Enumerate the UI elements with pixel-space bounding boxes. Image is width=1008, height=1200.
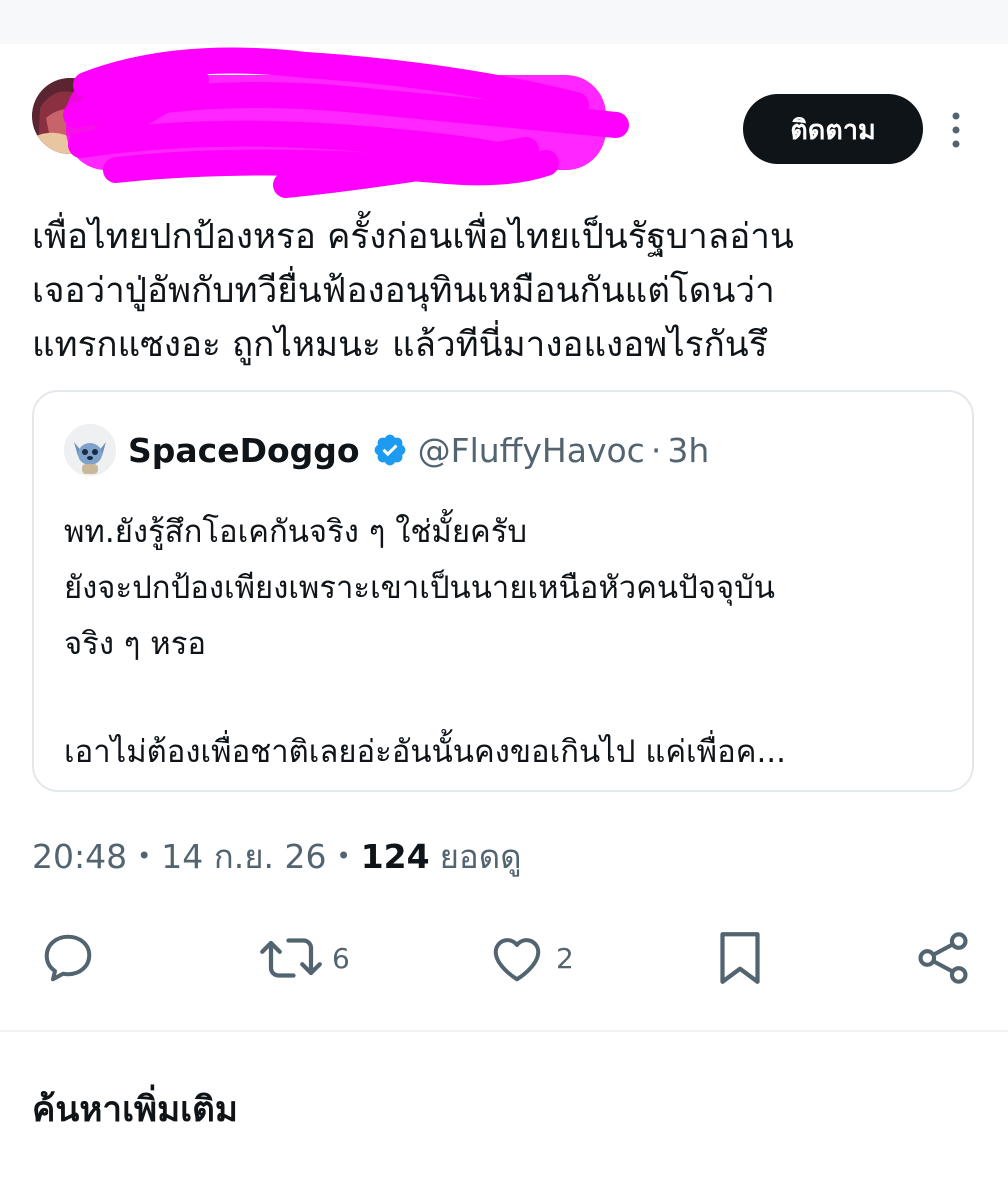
retweet-button[interactable]: 6	[258, 928, 350, 988]
post-text-line: เจอว่าปู่อัพกับทวียื่นฟ้องอนุทินเหมือนกั…	[32, 271, 775, 311]
quoted-text-line: เอาไม่ต้องเพื่อชาติเลยอ่ะอันนั้นคงขอเกิน…	[64, 734, 787, 770]
bookmark-icon	[720, 932, 760, 984]
like-count: 2	[556, 941, 574, 975]
bookmark-button[interactable]	[712, 928, 768, 988]
quoted-user-avatar[interactable]	[64, 424, 116, 476]
views-count: 124	[360, 836, 430, 876]
quoted-text-line: จริง ๆ หรอ	[64, 626, 207, 662]
reply-icon	[44, 934, 92, 982]
quoted-timestamp[interactable]: 3h	[667, 431, 709, 470]
post-metadata: 20:48 • 14 ก.ย. 26 • 124 ยอดดู	[32, 832, 522, 880]
quoted-post-card[interactable]: SpaceDoggo @FluffyHavoc · 3h พท.ยังรู้สึ…	[32, 390, 974, 792]
post-time[interactable]: 20:48	[32, 837, 127, 876]
share-icon	[918, 932, 968, 984]
separator-dot: ·	[650, 430, 662, 470]
quoted-handle[interactable]: @FluffyHavoc	[418, 431, 645, 470]
stitch-avatar-icon	[64, 424, 116, 476]
redaction-scribble	[63, 47, 629, 198]
follow-button[interactable]: ติดตาม	[743, 94, 923, 164]
quoted-text-blank-line	[64, 672, 954, 724]
share-button[interactable]	[914, 928, 972, 988]
quoted-post-text: พท.ยังรู้สึกโอเคกันจริง ๆ ใช่มั้ยครับ ยั…	[64, 504, 954, 780]
retweet-icon	[260, 938, 322, 978]
action-bar: 6 2	[0, 920, 1008, 1000]
meta-separator: •	[336, 842, 351, 870]
quoted-post-header: SpaceDoggo @FluffyHavoc · 3h	[128, 426, 709, 474]
top-strip	[0, 0, 1008, 44]
quoted-display-name[interactable]: SpaceDoggo	[128, 431, 360, 470]
views-label: ยอดดู	[439, 836, 522, 876]
heart-icon	[493, 938, 541, 982]
post-text-line: เพื่อไทยปกป้องหรอ ครั้งก่อนเพื่อไทยเป็นร…	[32, 217, 794, 257]
quoted-text-line: พท.ยังรู้สึกโอเคกันจริง ๆ ใช่มั้ยครับ	[64, 514, 528, 550]
quoted-text-line: ยังจะปกป้องเพียงเพราะเขาเป็นนายเหนือหัวค…	[64, 570, 775, 606]
reply-button[interactable]	[38, 928, 98, 988]
retweet-count: 6	[332, 941, 350, 975]
section-title: ค้นหาเพิ่มเติม	[32, 1090, 238, 1130]
like-button[interactable]: 2	[486, 928, 574, 988]
verified-badge-icon	[374, 434, 405, 466]
post-date[interactable]: 14 ก.ย. 26	[161, 830, 326, 883]
post-text: เพื่อไทยปกป้องหรอ ครั้งก่อนเพื่อไทยเป็นร…	[32, 210, 982, 372]
post-text-line: แทรกแซงอะ ถูกไหมนะ แล้วทีนี่มางอแงอพไรกั…	[32, 325, 768, 365]
section-divider	[0, 1030, 1008, 1032]
meta-separator: •	[137, 842, 152, 870]
more-vertical-icon[interactable]	[946, 110, 966, 150]
